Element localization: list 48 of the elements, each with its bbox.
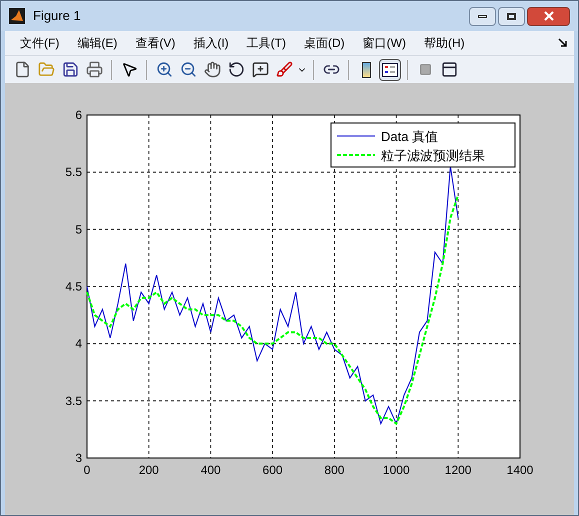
y-tick-label: 5.5 [65,165,82,180]
menu-item[interactable]: 查看(V) [126,34,184,52]
y-tick-label: 6 [75,108,82,122]
close-icon [544,11,554,21]
brush-icon [276,61,292,78]
printer-icon [86,61,102,78]
legend-button[interactable] [379,58,401,80]
x-tick-label: 200 [138,463,159,477]
note-plus-icon [252,61,268,78]
menu-item[interactable]: 工具(T) [238,34,295,52]
legend-label: Data 真值 [381,129,438,144]
x-tick-label: 400 [200,463,221,477]
panel-icon [440,61,458,78]
new-file-icon [14,61,30,78]
y-tick-label: 3.5 [65,394,82,408]
legend-label: 粒子滤波预测结果 [381,148,485,163]
folder-icon [38,61,54,78]
legend-icon [382,62,398,76]
maximize-button[interactable] [498,6,525,26]
x-tick-label: 1400 [506,463,534,477]
x-tick-label: 1000 [382,463,410,477]
menu-item[interactable]: 帮助(H) [414,34,474,52]
pointer-icon [120,61,138,78]
menu-item[interactable]: 窗口(W) [354,34,415,52]
zoom-in-icon [156,61,172,78]
colorbar-icon [362,62,370,78]
y-tick-label: 5 [75,222,82,236]
menu-item[interactable]: 插入(I) [184,34,238,52]
app-logo-icon [9,8,25,24]
window-title: Figure 1 [33,7,81,26]
x-tick-label: 1200 [444,463,472,477]
x-tick-label: 0 [84,463,90,477]
dock-arrow-icon[interactable] [558,38,568,48]
save-icon [62,61,78,78]
menu-item[interactable]: 文件(F) [11,34,68,52]
y-tick-label: 4 [75,336,82,351]
menu-item[interactable]: 编辑(E) [68,34,126,52]
x-tick-label: 800 [324,463,344,477]
x-tick-label: 600 [262,463,283,477]
hand-icon [204,61,220,78]
y-tick-label: 4.5 [65,280,82,294]
close-button[interactable] [527,6,570,26]
zoom-out-icon [180,61,196,78]
square-icon [418,63,432,76]
menu-item[interactable]: 桌面(D) [294,34,354,52]
minimize-button[interactable] [469,6,496,26]
y-tick-label: 3 [75,451,82,465]
rotate-icon [228,61,244,78]
